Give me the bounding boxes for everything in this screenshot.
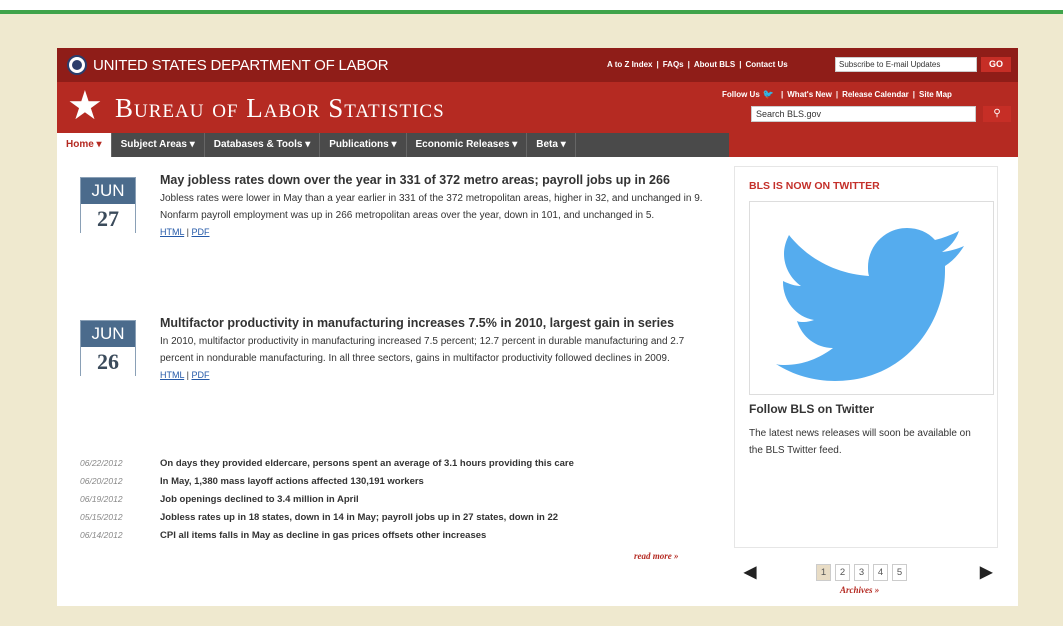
date-badge: JUN 26 [80, 320, 136, 376]
list-item: 06/14/2012 CPI all items falls in May as… [80, 526, 700, 544]
star-logo-icon[interactable]: ★ [67, 86, 103, 126]
release-date: 06/19/2012 [80, 494, 123, 504]
release-date: 06/14/2012 [80, 530, 123, 540]
page-numbers: 1 2 3 4 5 [816, 564, 907, 581]
follow-us-link[interactable]: Follow Us [722, 90, 760, 99]
story-links: HTML | PDF [160, 370, 210, 380]
about-bls-link[interactable]: About BLS [694, 60, 735, 69]
utility-links: A to Z Index | FAQs | About BLS | Contact U… [607, 60, 788, 69]
release-link[interactable]: In May, 1,380 mass layoff actions affect… [160, 476, 424, 487]
story-body: Multifactor productivity in manufacturin… [160, 314, 720, 383]
twitter-bird-icon [776, 228, 964, 381]
prev-arrow-icon[interactable]: ◀ [744, 562, 756, 582]
site-map-link[interactable]: Site Map [919, 90, 952, 99]
pdf-link[interactable]: PDF [192, 227, 210, 237]
subscribe-input[interactable]: Subscribe to E-mail Updates [835, 57, 977, 72]
dol-seal-icon[interactable] [67, 55, 87, 75]
date-day: 27 [81, 204, 135, 233]
release-date: 06/20/2012 [80, 476, 123, 486]
release-link[interactable]: CPI all items falls in May as decline in… [160, 530, 486, 541]
list-item: 05/15/2012 Jobless rates up in 18 states… [80, 508, 700, 526]
page-3[interactable]: 3 [854, 564, 869, 581]
story-title[interactable]: Multifactor productivity in manufacturin… [160, 314, 720, 333]
release-date: 05/15/2012 [80, 512, 123, 522]
main-nav: Home ▾ Subject Areas ▾ Databases & Tools… [57, 133, 729, 157]
follow-bls-title[interactable]: Follow BLS on Twitter [749, 402, 874, 416]
date-month: JUN [81, 178, 135, 204]
bls-title[interactable]: Bureau of Labor Statistics [115, 93, 445, 124]
archives-link[interactable]: Archives » [840, 585, 879, 595]
contact-us-link[interactable]: Contact Us [745, 60, 787, 69]
pager: ◀ 1 2 3 4 5 ▶ [734, 562, 998, 586]
story-body: May jobless rates down over the year in … [160, 171, 720, 240]
html-link[interactable]: HTML [160, 227, 184, 237]
list-item: 06/20/2012 In May, 1,380 mass layoff act… [80, 472, 700, 490]
date-month: JUN [81, 321, 135, 347]
bls-homepage: UNITED STATES DEPARTMENT OF LABOR A to Z… [57, 48, 1018, 606]
pdf-link[interactable]: PDF [192, 370, 210, 380]
follow-bls-text: The latest news releases will soon be av… [749, 428, 971, 456]
read-more-link[interactable]: read more » [634, 551, 679, 561]
page-1[interactable]: 1 [816, 564, 831, 581]
story-text: Jobless rates were lower in May than a y… [160, 193, 703, 221]
date-badge: JUN 27 [80, 177, 136, 233]
nav-home[interactable]: Home ▾ [57, 133, 112, 157]
twitter-panel-title: BLS IS NOW ON TWITTER [749, 180, 880, 192]
faqs-link[interactable]: FAQs [663, 60, 684, 69]
nav-beta[interactable]: Beta ▾ [527, 133, 576, 157]
a-to-z-link[interactable]: A to Z Index [607, 60, 652, 69]
follow-links: Follow Us 🐦 | What's New | Release Calenda… [722, 89, 952, 100]
nav-publications[interactable]: Publications ▾ [320, 133, 407, 157]
recent-releases: 06/22/2012 On days they provided elderca… [80, 454, 700, 544]
story-links: HTML | PDF [160, 227, 210, 237]
html-link[interactable]: HTML [160, 370, 184, 380]
main-content: JUN 27 May jobless rates down over the y… [57, 157, 1018, 606]
story-title[interactable]: May jobless rates down over the year in … [160, 171, 720, 190]
date-day: 26 [81, 347, 135, 376]
subscribe-go-button[interactable]: GO [981, 57, 1011, 72]
page-4[interactable]: 4 [873, 564, 888, 581]
list-item: 06/19/2012 Job openings declined to 3.4 … [80, 490, 700, 508]
search-input[interactable]: Search BLS.gov [751, 106, 976, 122]
release-link[interactable]: Jobless rates up in 18 states, down in 1… [160, 512, 558, 523]
nav-databases-tools[interactable]: Databases & Tools ▾ [205, 133, 321, 157]
search-icon[interactable]: ⚲ [983, 106, 1011, 122]
page-5[interactable]: 5 [892, 564, 907, 581]
next-arrow-icon[interactable]: ▶ [980, 562, 992, 582]
nav-subject-areas[interactable]: Subject Areas ▾ [112, 133, 205, 157]
whats-new-link[interactable]: What's New [787, 90, 832, 99]
nav-economic-releases[interactable]: Economic Releases ▾ [407, 133, 528, 157]
release-link[interactable]: On days they provided eldercare, persons… [160, 458, 574, 469]
dol-title[interactable]: UNITED STATES DEPARTMENT OF LABOR [93, 57, 389, 74]
release-calendar-link[interactable]: Release Calendar [842, 90, 909, 99]
story-text: In 2010, multifactor productivity in man… [160, 336, 685, 364]
twitter-bird-image[interactable] [749, 201, 994, 395]
top-accent-bar [0, 0, 1063, 14]
release-link[interactable]: Job openings declined to 3.4 million in … [160, 494, 359, 505]
dol-header: UNITED STATES DEPARTMENT OF LABOR A to Z… [57, 48, 1018, 82]
page-2[interactable]: 2 [835, 564, 850, 581]
bls-header: ★ Bureau of Labor Statistics Follow Us 🐦… [57, 82, 1018, 133]
release-date: 06/22/2012 [80, 458, 123, 468]
twitter-bird-icon[interactable]: 🐦 [763, 89, 774, 100]
nav-fill [729, 133, 1018, 157]
list-item: 06/22/2012 On days they provided elderca… [80, 454, 700, 472]
twitter-panel: BLS IS NOW ON TWITTER Follow BLS on Twit… [734, 166, 998, 548]
